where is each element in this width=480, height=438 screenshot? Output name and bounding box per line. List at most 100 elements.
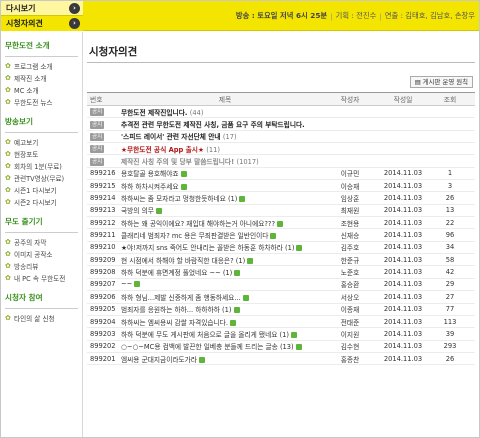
star-icon: ✿ (5, 262, 11, 270)
sidebar-item[interactable]: ✿ MC 소개 (5, 84, 78, 96)
sidebar-item[interactable]: ✿ 프로그램 소개 (5, 60, 78, 72)
sidebar-item[interactable]: ✿ 이미지 공작소 (5, 248, 78, 260)
notice-title[interactable]: 추격전 관련 무한도전 제작진 사칭, 금품 요구 주의 부탁드립니다. (121, 121, 305, 129)
post-number: 899205 (90, 305, 116, 314)
post-title-cell[interactable]: 하하는 왜 공익이에요? 재입대 해야하는거 아니에요??? (117, 218, 329, 228)
notice-title[interactable]: 무한도전 제작진입니다. (121, 109, 187, 117)
table-row[interactable]: 899207 ~~ 홍승환 2014.11.03 29 (87, 279, 475, 292)
post-title[interactable]: 용호탈골 용호해야죠 (121, 170, 179, 178)
table-row[interactable]: 899211 클래리네 범죄자? mc 용은 무죄판결받은 일반인이다 신재승 201… (87, 229, 475, 242)
new-icon (247, 257, 254, 264)
post-title[interactable]: 하하 형님...제발 신중하게 좀 행동하세요... (121, 294, 241, 302)
post-title-cell[interactable]: 하하 형님...제발 신중하게 좀 행동하세요... (117, 292, 329, 302)
post-title[interactable]: 하하 덕분에 무도 게시판에 처음으로 글을 올리게 됐네요 (1) (121, 331, 289, 339)
new-icon (134, 281, 141, 288)
post-title[interactable]: 하하는 왜 공익이에요? 재입대 해야하는거 아니에요??? (121, 220, 275, 228)
table-row[interactable]: 899214 하하씨는 좀 모자라고 멍청한듯하네요 (1) 임상훈 2014.11.… (87, 192, 475, 205)
notice-row[interactable]: 공지 추격전 관련 무한도전 제작진 사칭, 금품 요구 주의 부탁드립니다. (87, 118, 475, 131)
table-row[interactable]: 899205 범죄자를 응원하는 하하... 하하하하 (1) 이종재 2014.11… (87, 304, 475, 316)
notice-title-cell[interactable]: '스피드 레이서' 관련 자선단체 안내 (17) (117, 131, 329, 141)
post-date: 2014.11.03 (383, 305, 423, 314)
airtime: 방송 : 토요일 저녁 6시 25분 (235, 11, 328, 20)
notice-title[interactable]: ★무한도전 공식 App 출시★ (121, 146, 204, 154)
post-title[interactable]: 하하씨는 엠씨용씨 감쌀 자격있습니다. (121, 319, 228, 327)
post-title[interactable]: ★야!저까지 sns 죽어도 안내리는 꼴받은 하동훈 하차하라 (1) (121, 244, 294, 252)
table-row[interactable]: 899216 용호탈골 용호해야죠 이규민 2014.11.03 1 (87, 168, 475, 181)
post-title[interactable]: 범죄자를 응원하는 하하... 하하하하 (1) (121, 306, 232, 314)
sidebar-item[interactable]: ✿ 공주의 자막 (5, 236, 78, 248)
sidebar-item[interactable]: ✿ 내 PC 속 무한도전 (5, 272, 78, 284)
sidebar-item[interactable]: ✿ 현장포토 (5, 148, 78, 160)
post-title[interactable]: ~~ (121, 280, 132, 288)
table-row[interactable]: 899202 ○~○~MC용 컴백에 발끈한 일베충 분들께 드리는 글송 (13… (87, 341, 475, 353)
post-title[interactable]: 현 시점에서 하해야 할 바람직한 대응은? (1) (121, 257, 245, 265)
post-author: 이지원 (340, 330, 360, 339)
sidebar-item[interactable]: ✿ 타인의 삶 신청 (5, 312, 78, 324)
notice-title[interactable]: 제작진 사칭 주의 및 당부 말씀드립니다! (121, 158, 234, 166)
post-date: 2014.11.03 (383, 231, 423, 240)
notice-title-cell[interactable]: 제작진 사칭 주의 및 당부 말씀드립니다! (1017) (117, 156, 329, 166)
board-policy-button[interactable]: ▤ 게시판 운영 원칙 (409, 76, 473, 88)
table-row[interactable]: 899201 엠씨용 군대지금이라도가라 홍종찬 2014.11.03 26 (87, 353, 475, 366)
post-title[interactable]: 엠씨용 군대지금이라도가라 (121, 356, 197, 364)
notice-row[interactable]: 공지 ★무한도전 공식 App 출시★ (11) (87, 143, 475, 156)
sidebar-item[interactable]: ✿ 시즌2 다시보기 (5, 196, 78, 208)
tab-viewer-opinion[interactable]: 시청자의견 › (1, 16, 83, 31)
post-title[interactable]: 국방의 의무 (121, 207, 154, 215)
star-icon: ✿ (5, 62, 11, 70)
notice-badge: 공지 (90, 108, 105, 117)
post-title-cell[interactable]: 하하 덕분에 휴면계정 풀었네요 ~~ (1) (117, 267, 329, 277)
sidebar-item[interactable]: ✿ 회차의 1분(무료) (5, 160, 78, 172)
post-title-cell[interactable]: 클래리네 범죄자? mc 용은 무죄판결받은 일반인이다 (117, 230, 329, 240)
post-title[interactable]: 하하씨는 좀 모자라고 멍청한듯하네요 (1) (121, 195, 237, 203)
table-row[interactable]: 899203 하하 덕분에 무도 게시판에 처음으로 글을 올리게 됐네요 (1)… (87, 328, 475, 341)
post-title[interactable]: 하하 하차시켜주세요 (121, 183, 179, 191)
post-views: 26 (445, 354, 455, 363)
post-title-cell[interactable]: ★야!저까지 sns 죽어도 안내리는 꼴받은 하동훈 하차하라 (1) (117, 242, 329, 252)
tab-rerun[interactable]: 다시보기 › (1, 1, 83, 16)
notice-title[interactable]: '스피드 레이서' 관련 자선단체 안내 (121, 133, 221, 141)
post-title-cell[interactable]: 현 시점에서 하해야 할 바람직한 대응은? (1) (117, 255, 329, 265)
notice-row[interactable]: 공지 제작진 사칭 주의 및 당부 말씀드립니다! (1017) (87, 155, 475, 168)
post-title-cell[interactable]: 범죄자를 응원하는 하하... 하하하하 (1) (117, 304, 329, 314)
notice-title-cell[interactable]: ★무한도전 공식 App 출시★ (11) (117, 144, 329, 154)
sidebar-item[interactable]: ✿ 제작진 소개 (5, 72, 78, 84)
table-row[interactable]: 899210 ★야!저까지 sns 죽어도 안내리는 꼴받은 하동훈 하차하라 (… (87, 242, 475, 255)
post-views: 293 (443, 342, 457, 351)
post-author: 홍종찬 (340, 355, 360, 364)
table-row[interactable]: 899213 국방의 의무 최재원 2014.11.03 13 (87, 205, 475, 218)
post-date: 2014.11.03 (383, 243, 423, 252)
notice-title-cell[interactable]: 무한도전 제작진입니다. (44) (117, 107, 329, 117)
table-row[interactable]: 899204 하하씨는 엠씨용씨 감쌀 자격있습니다. 전태준 2014.11.03 1… (87, 316, 475, 329)
notice-title-cell[interactable]: 추격전 관련 무한도전 제작진 사칭, 금품 요구 주의 부탁드립니다. (117, 119, 329, 129)
sidebar-item[interactable]: ✿ 시즌1 다시보기 (5, 184, 78, 196)
post-title[interactable]: 클래리네 범죄자? mc 용은 무죄판결받은 일반인이다 (121, 232, 268, 240)
post-title-cell[interactable]: 국방의 의무 (117, 205, 329, 215)
table-row[interactable]: 899212 하하는 왜 공익이에요? 재입대 해야하는거 아니에요??? 조현용 2… (87, 217, 475, 230)
post-title-cell[interactable]: ○~○~MC용 컴백에 발끈한 일베충 분들께 드리는 글송 (13) (117, 341, 329, 351)
sidebar-item[interactable]: ✿ 예고보기 (5, 136, 78, 148)
table-row[interactable]: 899206 하하 형님...제발 신중하게 좀 행동하세요... 서상오 2014.… (87, 291, 475, 304)
post-number: 899210 (90, 243, 116, 252)
post-title-cell[interactable]: 하하씨는 좀 모자라고 멍청한듯하네요 (1) (117, 193, 329, 203)
post-title-cell[interactable]: 엠씨용 군대지금이라도가라 (117, 354, 329, 364)
post-title[interactable]: 하하 덕분에 휴면계정 풀었네요 ~~ (1) (121, 269, 232, 277)
table-row[interactable]: 899215 하하 하차시켜주세요 이승재 2014.11.03 3 (87, 180, 475, 193)
post-title-cell[interactable]: 하하 하차시켜주세요 (117, 181, 329, 191)
star-icon: ✿ (5, 186, 11, 194)
sidebar-item[interactable]: ✿ 무한도전 뉴스 (5, 96, 78, 108)
table-row[interactable]: 899209 현 시점에서 하해야 할 바람직한 대응은? (1) 한준규 2014.… (87, 254, 475, 267)
sidebar-item-label: 타인의 삶 신청 (14, 315, 55, 323)
post-title-cell[interactable]: 용호탈골 용호해야죠 (117, 168, 329, 178)
sidebar-item[interactable]: ✿ 관련TV영상(무료) (5, 172, 78, 184)
post-title-cell[interactable]: 하하씨는 엠씨용씨 감쌀 자격있습니다. (117, 317, 329, 327)
post-title-cell[interactable]: ~~ (117, 280, 329, 288)
post-author: 한준규 (340, 256, 360, 265)
table-row[interactable]: 899208 하하 덕분에 휴면계정 풀었네요 ~~ (1) 노준호 2014.11.… (87, 266, 475, 279)
notice-row[interactable]: 공지 '스피드 레이서' 관련 자선단체 안내 (17) (87, 131, 475, 144)
notice-row[interactable]: 공지 무한도전 제작진입니다. (44) (87, 106, 475, 119)
sidebar-item-label: 공주의 자막 (14, 239, 47, 247)
post-title[interactable]: ○~○~MC용 컴백에 발끈한 일베충 분들께 드리는 글송 (13) (121, 343, 294, 351)
post-title-cell[interactable]: 하하 덕분에 무도 게시판에 처음으로 글을 올리게 됐네요 (1) (117, 329, 329, 339)
sidebar-item[interactable]: ✿ 방송리뷰 (5, 260, 78, 272)
